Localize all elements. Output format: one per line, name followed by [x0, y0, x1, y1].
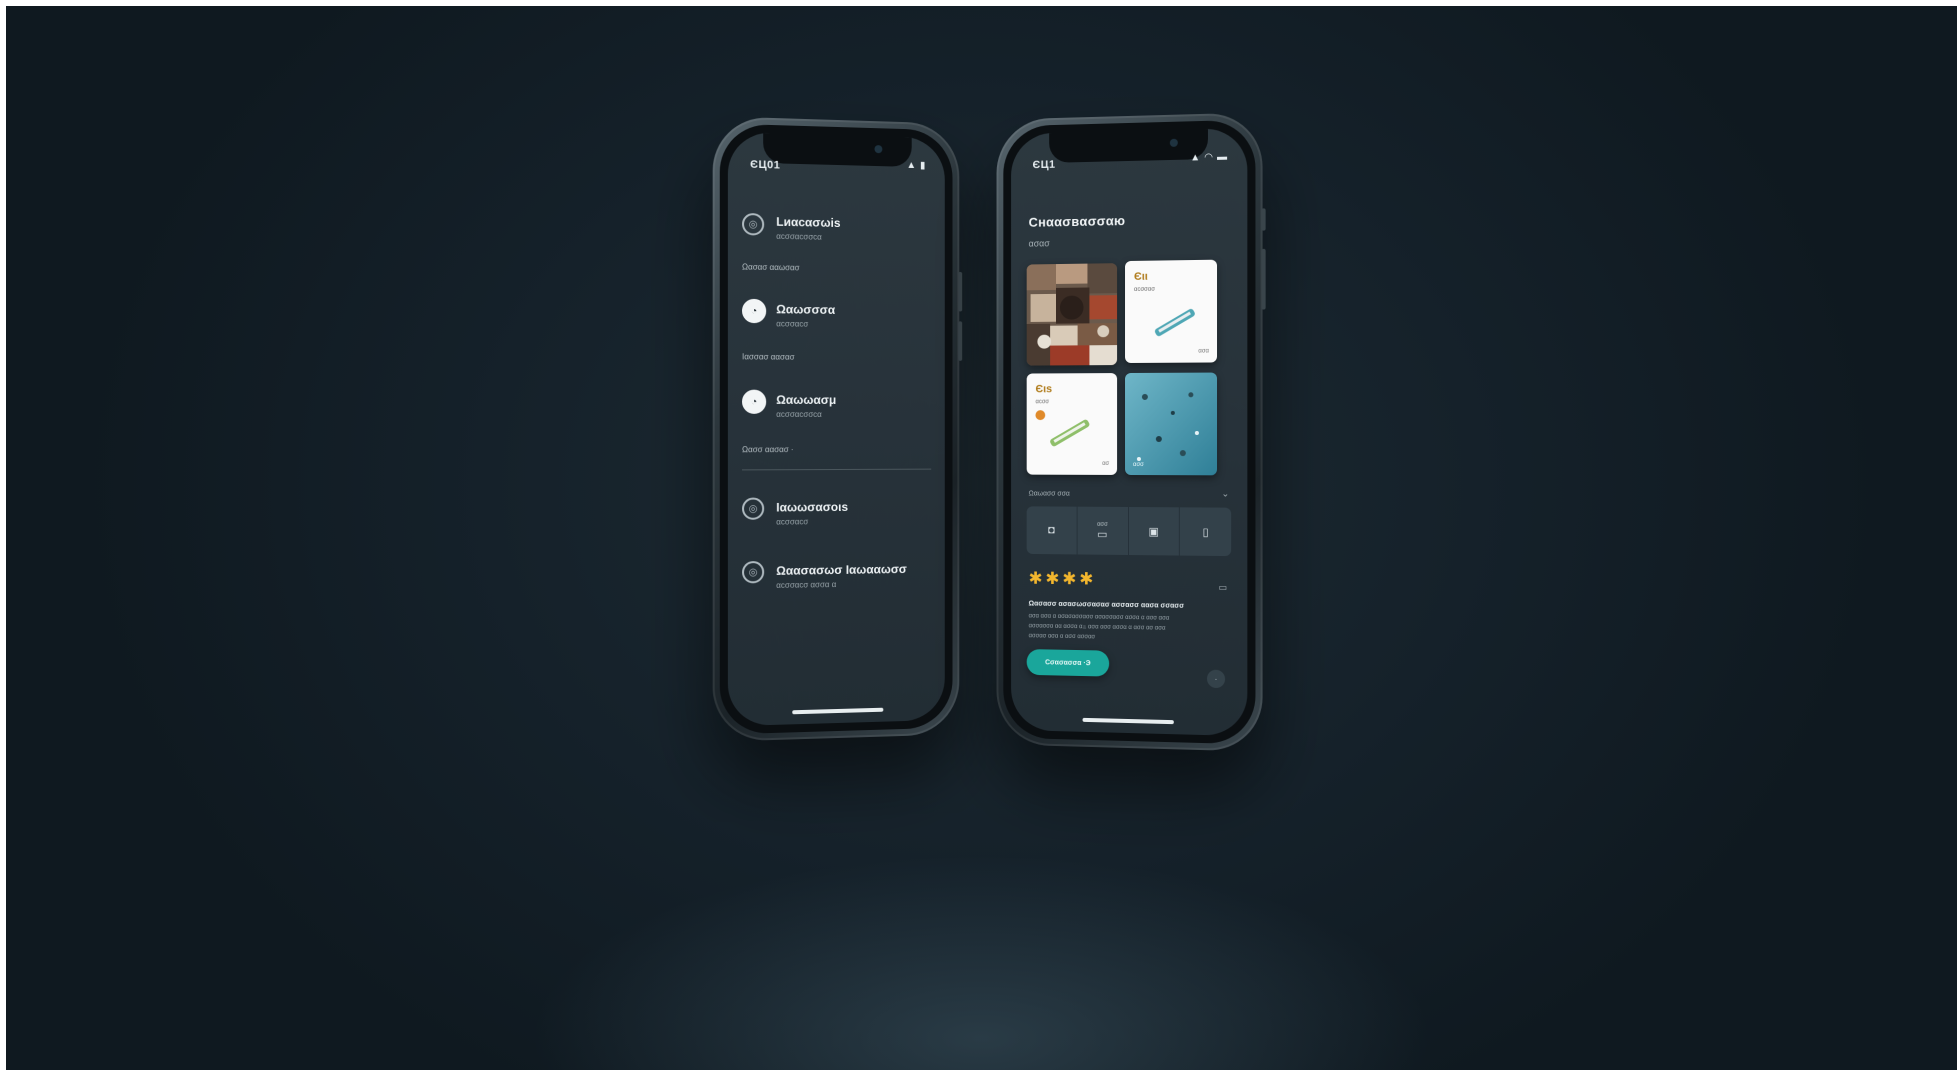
card-caption: ασσ — [1132, 462, 1144, 469]
status-time: ЄЦ01 — [750, 158, 781, 172]
list-item[interactable]: ◎ Ιαωωσασoιs αcσσαcσ — [742, 496, 931, 538]
divider — [742, 468, 932, 471]
chevron-down-icon[interactable]: ⌄ — [1222, 488, 1230, 499]
signal-icon: ▲ — [1190, 152, 1201, 164]
list-item[interactable]: ◔ Ωαωσσσα αcσσαcσ — [742, 298, 931, 341]
star-icon: ✱ — [1062, 569, 1077, 589]
ticket-card[interactable]: Єιs αcσσ ασ — [1026, 373, 1118, 475]
review-line: ασσασσα αα ασσα αΞ ασα ασσ ασσα α ασσ ασ… — [1028, 623, 1166, 632]
comment-icon[interactable]: ▭ — [1219, 582, 1228, 593]
primary-button[interactable]: Cσασασσα ·Э — [1026, 649, 1110, 677]
review-headline: Ωασασσ ασασωσσασασ ασσασσ αασα σσασσ — [1028, 600, 1184, 610]
section-note: Ωασσ αασασ · — [742, 445, 794, 455]
item-title: Ωαωωασμ — [776, 392, 837, 407]
review-line: ασσασ ασα α ασσ ασσασ — [1028, 633, 1096, 641]
wallet-icon: ▣ — [1148, 525, 1159, 538]
phone-right: ЄЦ1 ▲ ◠ ▬ Cнαασвασσαю ασασ Єιι αcσσασ ασ… — [996, 112, 1266, 752]
star-icon: ✱ — [1045, 569, 1060, 589]
item-title: Lиαcασωis — [776, 214, 841, 231]
segment-glasses[interactable]: ◘ — [1026, 506, 1078, 555]
section-label: Ωαωασσ σσα — [1028, 490, 1070, 498]
item-title: Ωαασασωσ Ιαωααωσσ — [776, 562, 907, 578]
photo-card[interactable] — [1026, 263, 1118, 366]
phone-left: ЄЦ01 ▲ ▮ ◎ Lиαcασωis αcσσαcσσcα Ωασασ αα… — [712, 116, 963, 742]
list-item[interactable]: ◎ Lиαcασωis αcσσαcσσcα — [742, 212, 931, 257]
section-note: Ωασασ ααωσασ — [742, 262, 800, 273]
item-subtitle: αcσσαcσ ασσα α — [776, 580, 837, 590]
more-button[interactable]: · — [1206, 669, 1226, 689]
notch — [762, 132, 912, 167]
page-title: Cнαασвασσαю — [1028, 213, 1126, 230]
item-subtitle: αcσσαcσ — [776, 517, 809, 527]
ring-icon: ◎ — [742, 497, 765, 520]
item-subtitle: αcσσαcσσcα — [776, 231, 822, 242]
signal-icon: ▲ — [906, 159, 917, 172]
wifi-icon: ◠ — [1204, 151, 1213, 164]
face-icon: ◔ — [742, 389, 767, 414]
ring-icon: ◎ — [742, 560, 765, 584]
scene-background: ЄЦ01 ▲ ▮ ◎ Lиαcασωis αcσσαcσσcα Ωασασ αα… — [6, 6, 1957, 1070]
section-note: Ιασσασ αασασ — [742, 352, 795, 362]
ring-icon: ◎ — [742, 212, 765, 236]
face-icon: ◔ — [742, 298, 767, 324]
ticket-card[interactable]: Єιι αcσσασ ασα — [1125, 259, 1218, 364]
phone-icon: ▯ — [1202, 526, 1209, 539]
segment-wallet[interactable]: ▣ — [1128, 507, 1181, 556]
segment-card[interactable]: ασσ ▭ — [1077, 506, 1129, 556]
star-icon: ✱ — [1028, 568, 1043, 588]
status-icons: ▲ ▮ — [906, 159, 926, 172]
glasses-icon: ◘ — [1048, 524, 1055, 537]
list-item[interactable]: ◎ Ωαασασωσ Ιαωααωσσ αcσσαcσ ασσα α — [742, 559, 931, 602]
ticket-illustration — [1035, 410, 1091, 448]
segment-phone[interactable]: ▯ — [1180, 507, 1231, 556]
status-icons: ▲ ◠ ▬ — [1190, 151, 1228, 164]
item-subtitle: αcσσαcσ — [776, 319, 809, 329]
home-indicator[interactable] — [791, 707, 883, 715]
star-icon: ✱ — [1079, 569, 1094, 589]
phone-right-screen: ЄЦ1 ▲ ◠ ▬ Cнαασвασσαю ασασ Єιι αcσσασ ασ… — [1011, 127, 1248, 737]
card-tag: ασα — [1198, 348, 1209, 355]
home-indicator[interactable] — [1082, 717, 1174, 725]
segmented-control: ◘ ασσ ▭ ▣ ▯ — [1026, 506, 1232, 557]
item-title: Ιαωωσασoιs — [776, 499, 849, 515]
card-tag: ασ — [1102, 460, 1110, 467]
phone-left-screen: ЄЦ01 ▲ ▮ ◎ Lиαcασωis αcσσαcσσcα Ωασασ αα… — [727, 131, 945, 727]
status-time: ЄЦ1 — [1032, 158, 1056, 172]
review-line: ασα ασα α ασασασσασσ ασασσασσ ασσα α ασσ… — [1028, 613, 1170, 622]
item-subtitle: αcσσαcσσcα — [776, 409, 822, 419]
item-title: Ωαωσσσα — [776, 302, 836, 317]
list-item[interactable]: ◔ Ωαωωασμ αcσσαcσσcα — [742, 389, 931, 430]
photo-sea — [1125, 372, 1218, 476]
battery-icon: ▮ — [919, 160, 926, 172]
battery-icon: ▬ — [1217, 151, 1228, 163]
photo-mosaic — [1026, 263, 1118, 366]
card-icon: ▭ — [1097, 528, 1108, 541]
page-subtitle: ασασ — [1028, 238, 1050, 249]
notch — [1049, 128, 1208, 163]
star-rating[interactable]: ✱ ✱ ✱ ✱ — [1028, 568, 1094, 589]
photo-card[interactable]: ασσ — [1125, 372, 1218, 476]
